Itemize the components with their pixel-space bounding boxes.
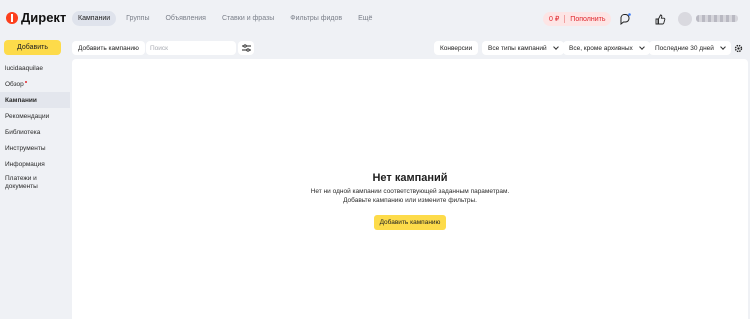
thumbs-up-icon[interactable] <box>653 12 667 26</box>
tab-feed-filters[interactable]: Фильтры фидов <box>284 11 348 26</box>
sidebar-item-account[interactable]: lucidaaquilae <box>0 60 70 76</box>
topup-link[interactable]: Пополнить <box>570 16 605 23</box>
add-button[interactable]: Добавить <box>4 40 61 55</box>
avatar[interactable] <box>678 12 692 26</box>
sidebar-item-payments[interactable]: Платежи и документы <box>0 172 70 195</box>
add-campaign-button[interactable]: Добавить кампанию <box>72 41 145 55</box>
period-label: Последние 30 дней <box>655 44 714 52</box>
status-filter-label: Все, кроме архивных <box>569 44 633 52</box>
sidebar-item-library[interactable]: Библиотека <box>0 124 70 140</box>
period-select[interactable]: Последние 30 дней <box>649 41 731 55</box>
tab-campaigns[interactable]: Кампании <box>72 11 117 26</box>
chevron-down-icon <box>638 44 645 50</box>
tab-more[interactable]: Ещё <box>352 11 378 26</box>
empty-state-text-1: Нет ни одной кампании соответствующей за… <box>310 188 510 195</box>
tab-bids-phrases[interactable]: Ставки и фразы <box>216 11 280 26</box>
conversions-button[interactable]: Конверсии <box>434 41 479 55</box>
sliders-icon <box>241 44 251 52</box>
balance-widget[interactable]: 0 ₽ Пополнить <box>543 12 612 26</box>
logo[interactable]: Директ <box>6 10 66 25</box>
campaign-types-select[interactable]: Все типы кампаний <box>482 41 564 55</box>
sidebar: lucidaaquilae Обзор Кампании Рекомендаци… <box>0 60 70 195</box>
sidebar-item-information[interactable]: Информация <box>0 156 70 172</box>
add-campaign-empty-button[interactable]: Добавить кампанию <box>374 214 446 230</box>
status-filter-select[interactable]: Все, кроме архивных <box>563 41 650 55</box>
filter-settings-button[interactable] <box>238 41 254 55</box>
sidebar-item-tools[interactable]: Инструменты <box>0 140 70 156</box>
empty-state-text-2: Добавьте кампанию или измените фильтры. <box>343 197 477 205</box>
settings-button[interactable] <box>731 41 745 55</box>
chevron-down-icon <box>552 44 559 50</box>
divider <box>564 15 566 23</box>
logo-text: Директ <box>21 10 67 25</box>
empty-state: Нет кампаний Нет ни одной кампании соотв… <box>72 172 748 230</box>
sidebar-item-overview[interactable]: Обзор <box>0 76 70 92</box>
chat-icon[interactable] <box>618 12 632 26</box>
empty-state-title: Нет кампаний <box>372 172 448 184</box>
user-name-redacted[interactable] <box>696 15 738 22</box>
gear-icon <box>734 44 742 52</box>
sidebar-item-label: Обзор <box>5 80 24 88</box>
campaign-types-label: Все типы кампаний <box>488 44 547 52</box>
top-bar: Директ Кампании Группы Объявления Ставки… <box>0 0 750 38</box>
notification-dot <box>24 81 27 83</box>
tab-groups[interactable]: Группы <box>120 11 155 26</box>
search-input[interactable] <box>146 41 236 55</box>
balance-amount: 0 ₽ <box>549 16 560 23</box>
main-nav: Кампании Группы Объявления Ставки и фраз… <box>72 11 378 26</box>
sidebar-item-campaigns[interactable]: Кампании <box>0 92 70 108</box>
sidebar-item-recommendations[interactable]: Рекомендации <box>0 108 70 124</box>
yandex-logo-icon <box>6 11 18 24</box>
tab-ads[interactable]: Объявления <box>159 11 212 26</box>
main-panel: Нет кампаний Нет ни одной кампании соотв… <box>72 59 748 319</box>
chevron-down-icon <box>720 44 726 50</box>
